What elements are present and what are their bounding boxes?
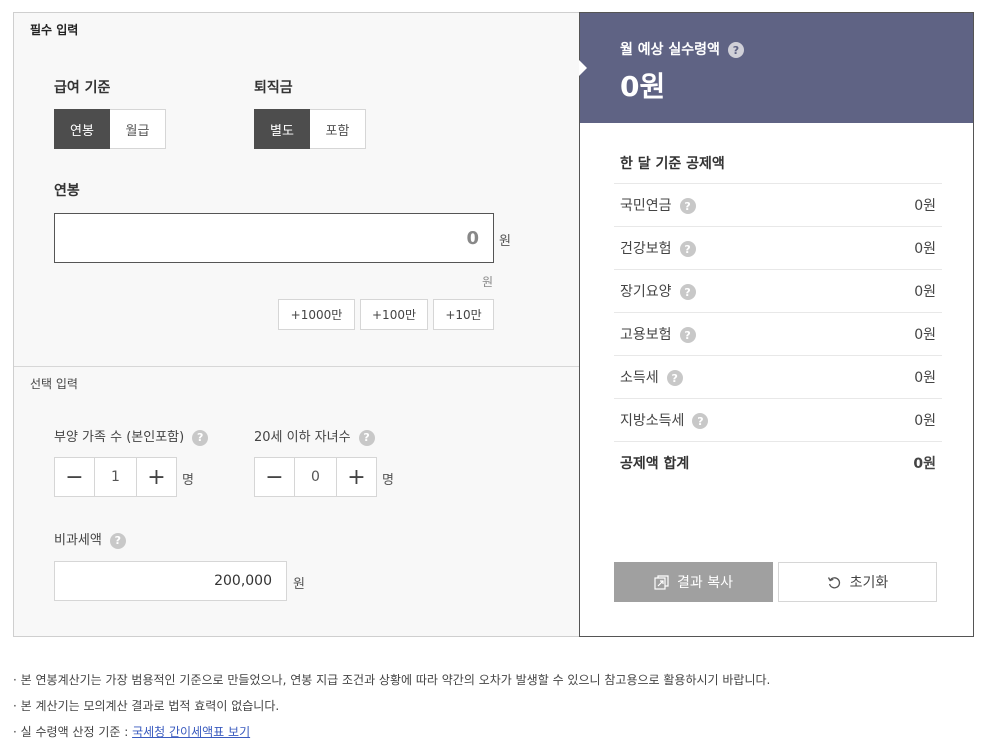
employment-value: 0원 (914, 327, 936, 343)
longterm-care-value: 0원 (914, 284, 936, 300)
deduction-row-total: 공제액 합계 0원 (614, 441, 942, 484)
dependents-value[interactable]: 1 (94, 458, 137, 496)
children-minus-button[interactable]: − (255, 458, 294, 496)
note-general: · 본 연봉계산기는 가장 범용적인 기준으로 만들었으나, 연봉 지급 조건과… (13, 673, 771, 687)
deduction-row-health: 건강보험? 0원 (614, 226, 942, 269)
deductions-title: 한 달 기준 공제액 (620, 156, 725, 172)
deduction-row-employment: 고용보험? 0원 (614, 312, 942, 355)
reset-button[interactable]: 초기화 (778, 562, 937, 602)
result-panel: 월 예상 실수령액? 0원 한 달 기준 공제액 국민연금? 0원 건강보험? … (579, 12, 974, 637)
income-tax-value: 0원 (914, 370, 936, 386)
reset-label: 초기화 (849, 575, 889, 591)
pay-basis-monthly-option[interactable]: 월급 (110, 109, 166, 149)
deduction-row-local-tax: 지방소득세? 0원 (614, 398, 942, 441)
local-tax-label: 지방소득세? (620, 410, 709, 430)
health-label-text: 건강보험 (620, 241, 672, 257)
copy-result-label: 결과 복사 (677, 575, 733, 591)
pay-basis-toggle: 연봉 월급 (54, 109, 166, 149)
note-basis: · 실 수령액 산정 기준 : 국세청 간이세액표 보기 (13, 719, 770, 745)
local-tax-value: 0원 (914, 413, 936, 429)
severance-toggle: 별도 포함 (254, 109, 366, 149)
dependents-plus-button[interactable]: + (137, 458, 176, 496)
tax-free-unit: 원 (293, 577, 305, 592)
add-10m-button[interactable]: +1000만 (278, 299, 355, 330)
disclaimer-notes: · 본 연봉계산기는 가장 범용적인 기준으로 만들었으나, 연봉 지급 조건과… (13, 667, 770, 745)
salary-calculator: 필수 입력 급여 기준 연봉 월급 퇴직금 별도 포함 연봉 0 원 원 +10… (13, 12, 974, 637)
dependents-label: 부양 가족 수 (본인포함)? (54, 426, 209, 446)
pension-label-text: 국민연금 (620, 198, 672, 214)
input-panel: 필수 입력 급여 기준 연봉 월급 퇴직금 별도 포함 연봉 0 원 원 +10… (13, 12, 580, 637)
income-tax-label-text: 소득세 (620, 370, 659, 386)
health-value: 0원 (914, 241, 936, 257)
dependents-stepper: − 1 + (54, 457, 177, 497)
tax-free-label: 비과세액? (54, 529, 126, 549)
employment-label-text: 고용보험 (620, 327, 672, 343)
net-pay-help-icon[interactable]: ? (727, 42, 744, 58)
total-label: 공제액 합계 (620, 456, 690, 472)
severance-label: 퇴직금 (254, 80, 293, 96)
pay-basis-annual-option[interactable]: 연봉 (54, 109, 110, 149)
longterm-care-label: 장기요양? (620, 281, 696, 301)
children-stepper: − 0 + (254, 457, 377, 497)
required-section: 필수 입력 급여 기준 연봉 월급 퇴직금 별도 포함 연봉 0 원 원 +10… (14, 13, 580, 367)
children-value[interactable]: 0 (294, 458, 337, 496)
pension-help-icon[interactable]: ? (679, 198, 696, 214)
net-pay-title-text: 월 예상 실수령액 (620, 42, 720, 58)
net-pay-title: 월 예상 실수령액? (620, 39, 744, 59)
pension-value: 0원 (914, 198, 936, 214)
children-plus-button[interactable]: + (337, 458, 376, 496)
salary-label: 연봉 (54, 183, 80, 199)
dependents-help-icon[interactable]: ? (192, 429, 209, 446)
children-label-text: 20세 이하 자녀수 (254, 430, 351, 445)
children-help-icon[interactable]: ? (358, 429, 375, 446)
income-tax-help-icon[interactable]: ? (666, 370, 683, 386)
longterm-care-label-text: 장기요양 (620, 284, 672, 300)
longterm-care-help-icon[interactable]: ? (679, 284, 696, 300)
tax-free-label-text: 비과세액 (54, 533, 102, 548)
pension-label: 국민연금? (620, 195, 696, 215)
severance-included-option[interactable]: 포함 (310, 109, 366, 149)
copy-result-button[interactable]: 결과 복사 (614, 562, 773, 602)
children-unit: 명 (382, 473, 394, 488)
salary-input[interactable]: 0 (54, 213, 494, 263)
deduction-row-income-tax: 소득세? 0원 (614, 355, 942, 398)
employment-help-icon[interactable]: ? (679, 327, 696, 343)
net-pay-summary: 월 예상 실수령액? 0원 (579, 13, 973, 123)
tax-table-link[interactable]: 국세청 간이세액표 보기 (132, 725, 250, 739)
dependents-minus-button[interactable]: − (55, 458, 94, 496)
optional-section-title: 선택 입력 (30, 377, 78, 391)
net-pay-value: 0원 (620, 70, 666, 103)
health-help-icon[interactable]: ? (679, 241, 696, 257)
tax-free-input[interactable]: 200,000 (54, 561, 287, 601)
required-section-title: 필수 입력 (30, 23, 79, 37)
health-label: 건강보험? (620, 238, 696, 258)
local-tax-label-text: 지방소득세 (620, 413, 685, 429)
note-basis-prefix: · 실 수령액 산정 기준 : (13, 725, 133, 739)
pay-basis-label: 급여 기준 (54, 80, 111, 96)
salary-converted-unit: 원 (482, 275, 494, 289)
reset-icon (827, 575, 842, 590)
add-100k-button[interactable]: +10만 (433, 299, 494, 330)
add-1m-button[interactable]: +100만 (360, 299, 428, 330)
deduction-row-longterm-care: 장기요양? 0원 (614, 269, 942, 312)
tax-free-help-icon[interactable]: ? (109, 532, 126, 549)
income-tax-label: 소득세? (620, 367, 683, 387)
dependents-unit: 명 (182, 473, 194, 488)
deduction-row-pension: 국민연금? 0원 (614, 183, 942, 226)
dependents-label-text: 부양 가족 수 (본인포함) (54, 430, 185, 445)
salary-unit: 원 (499, 234, 511, 249)
copy-icon (654, 574, 669, 590)
deductions-list: 국민연금? 0원 건강보험? 0원 장기요양? 0원 고용보험? 0원 소득세?… (614, 183, 942, 484)
children-label: 20세 이하 자녀수? (254, 426, 375, 446)
employment-label: 고용보험? (620, 324, 696, 344)
total-value: 0원 (913, 456, 936, 472)
note-legal: · 본 계산기는 모의계산 결과로 법적 효력이 없습니다. (13, 699, 280, 713)
local-tax-help-icon[interactable]: ? (692, 413, 709, 429)
severance-separate-option[interactable]: 별도 (254, 109, 310, 149)
